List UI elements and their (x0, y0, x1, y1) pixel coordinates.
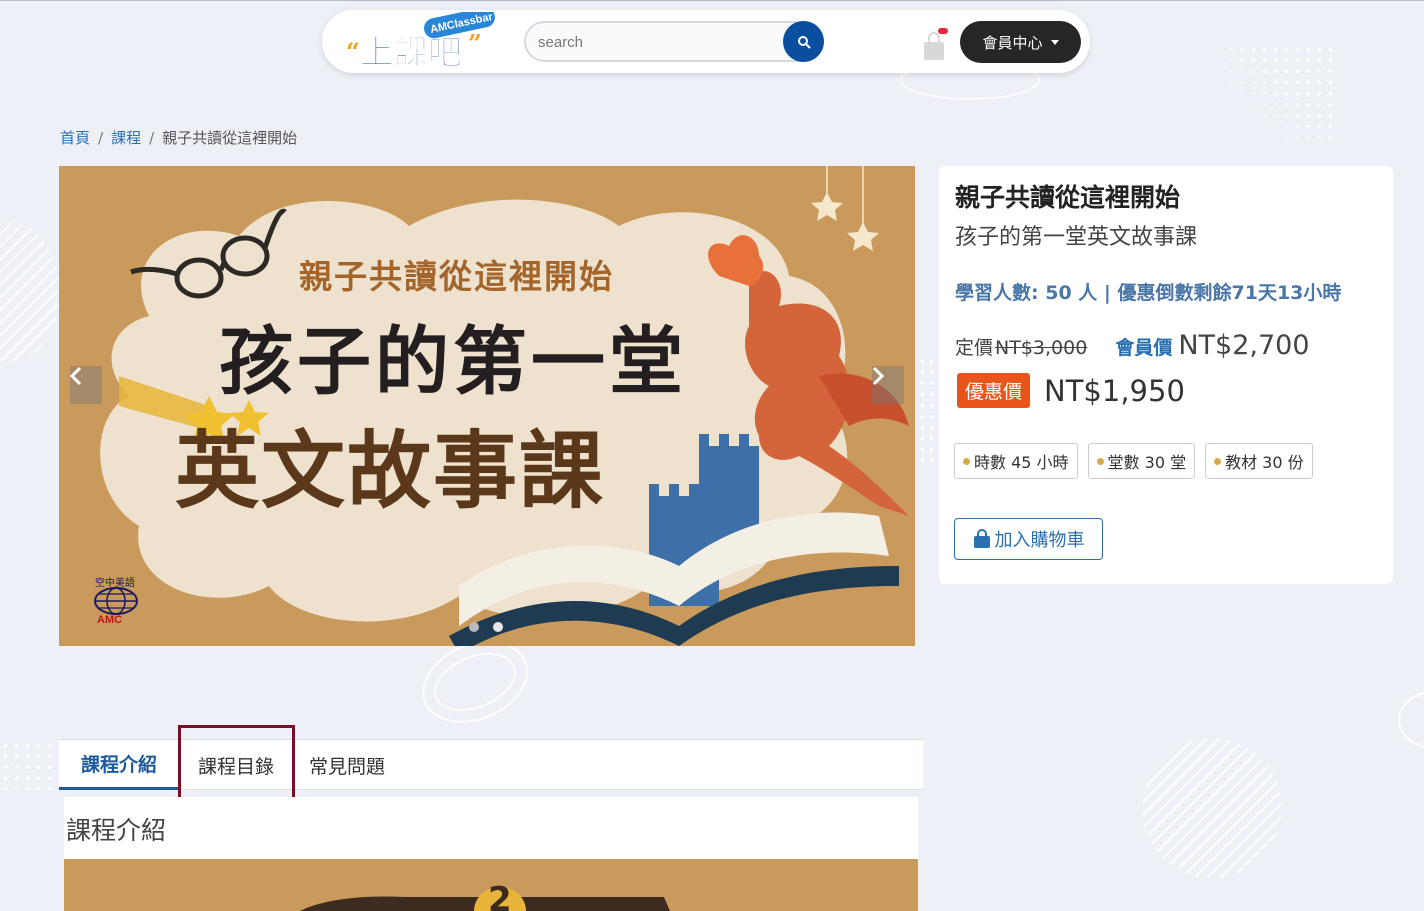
countdown-value: 71天13小時 (1231, 282, 1342, 304)
chip-materials: 教材 30 份 (1205, 443, 1313, 479)
add-to-cart-button[interactable]: 加入購物車 (954, 518, 1103, 560)
search-icon (797, 35, 810, 48)
banner-title-line1: 孩子的第一堂 (219, 319, 687, 405)
price-row: 定價 NT$3,000 會員價 NT$2,700 (955, 330, 1310, 361)
decor-stripe-right (1142, 738, 1282, 878)
bullet-icon (963, 457, 970, 465)
carousel-next-button[interactable] (872, 366, 904, 404)
member-price: NT$2,700 (1178, 330, 1310, 361)
course-tabs: 課程介紹 課程目錄 常見問題 (59, 739, 923, 790)
add-to-cart-label: 加入購物車 (994, 530, 1085, 550)
bullet-icon (1096, 457, 1104, 465)
breadcrumb: 首頁 / 課程 / 親子共讀從這裡開始 (60, 127, 297, 148)
amc-globe-icon (94, 587, 138, 615)
course-intro-panel: 課程介紹 2 (64, 797, 918, 911)
chip-lessons: 堂數 30 堂 (1087, 443, 1196, 479)
search-input[interactable] (538, 31, 778, 53)
breadcrumb-home[interactable]: 首頁 (60, 127, 90, 148)
list-price-label: 定價 (955, 337, 994, 359)
member-price-label: 會員價 (1115, 337, 1173, 359)
course-banner-carousel: 親子共讀從這裡開始 孩子的第一堂 英文故事課 空中美語 AMC (59, 166, 915, 646)
amc-logo-text: AMC (97, 614, 123, 626)
decor-dots-left (0, 740, 60, 790)
carousel-dot-2[interactable] (493, 622, 503, 632)
intro-image: 2 (64, 859, 918, 911)
site-logo[interactable]: “ 上課吧 ” AMClassbar (344, 7, 496, 76)
chip-lessons-label: 堂數 30 堂 (1107, 453, 1187, 472)
tab-course-catalog[interactable]: 課程目錄 (179, 740, 293, 790)
bullet-icon (1214, 457, 1222, 465)
member-center-label: 會員中心 (982, 33, 1043, 52)
list-price: NT$3,000 (995, 337, 1088, 359)
sale-badge: 優惠價 (957, 373, 1031, 408)
course-stats: 學習人數: 50 人 | 優惠倒數剩餘71天13小時 (955, 278, 1341, 305)
decor-swirl-right (1398, 690, 1424, 750)
chip-hours: 時數 45 小時 (954, 443, 1078, 479)
breadcrumb-current: 親子共讀從這裡開始 (162, 129, 298, 147)
intro-image-number: 2 (488, 880, 512, 911)
breadcrumb-separator: / (149, 128, 155, 147)
chevron-down-icon (1050, 39, 1059, 45)
course-feature-chips: 時數 45 小時 堂數 30 堂 教材 30 份 (954, 443, 1313, 479)
cart-icon[interactable] (922, 28, 948, 62)
chevron-left-icon (70, 366, 82, 386)
site-header: “ 上課吧 ” AMClassbar 會員中心 (322, 7, 1090, 76)
chip-materials-label: 教材 30 份 (1225, 453, 1304, 472)
amc-logo-label: 空中美語 (95, 578, 135, 589)
search-box (524, 21, 824, 62)
banner-subtitle: 親子共讀從這裡開始 (299, 257, 614, 296)
course-info-card: 親子共讀從這裡開始 孩子的第一堂英文故事課 學習人數: 50 人 | 優惠倒數剩… (939, 166, 1393, 584)
carousel-prev-button[interactable] (70, 366, 102, 404)
carousel-indicators (469, 622, 503, 632)
breadcrumb-courses[interactable]: 課程 (111, 127, 141, 148)
window-top-border (0, 0, 1424, 1)
intro-image-art: 2 (300, 880, 670, 911)
sale-price: NT$1,950 (1044, 373, 1185, 408)
course-title: 親子共讀從這裡開始 (955, 183, 1181, 212)
logo-wordmark: 上課吧 (360, 33, 462, 73)
search-button[interactable] (783, 21, 824, 62)
banner-title-line2: 英文故事課 (175, 421, 606, 520)
sale-price-row: 優惠價 NT$1,950 (957, 373, 1185, 408)
learners-value: 50 人 (1045, 282, 1098, 304)
countdown-label: 優惠倒數剩餘 (1117, 282, 1232, 304)
chevron-right-icon (872, 366, 884, 386)
learners-label: 學習人數: (955, 282, 1039, 304)
chip-hours-label: 時數 45 小時 (974, 453, 1069, 472)
stats-separator: | (1103, 282, 1118, 304)
carousel-dot-1[interactable] (469, 622, 479, 632)
decor-dots-right (1226, 44, 1338, 144)
tab-faq[interactable]: 常見問題 (293, 740, 401, 790)
shopping-bag-icon (973, 529, 990, 548)
decor-stripe-left (0, 222, 60, 362)
svg-text:”: ” (468, 29, 482, 58)
tab-course-intro[interactable]: 課程介紹 (59, 740, 179, 790)
decor-dots-mid (918, 356, 938, 466)
member-center-button[interactable]: 會員中心 (960, 21, 1081, 63)
section-heading: 課程介紹 (66, 816, 167, 845)
svg-text:“: “ (346, 37, 360, 66)
course-subtitle: 孩子的第一堂英文故事課 (955, 225, 1198, 250)
breadcrumb-separator: / (98, 128, 104, 147)
